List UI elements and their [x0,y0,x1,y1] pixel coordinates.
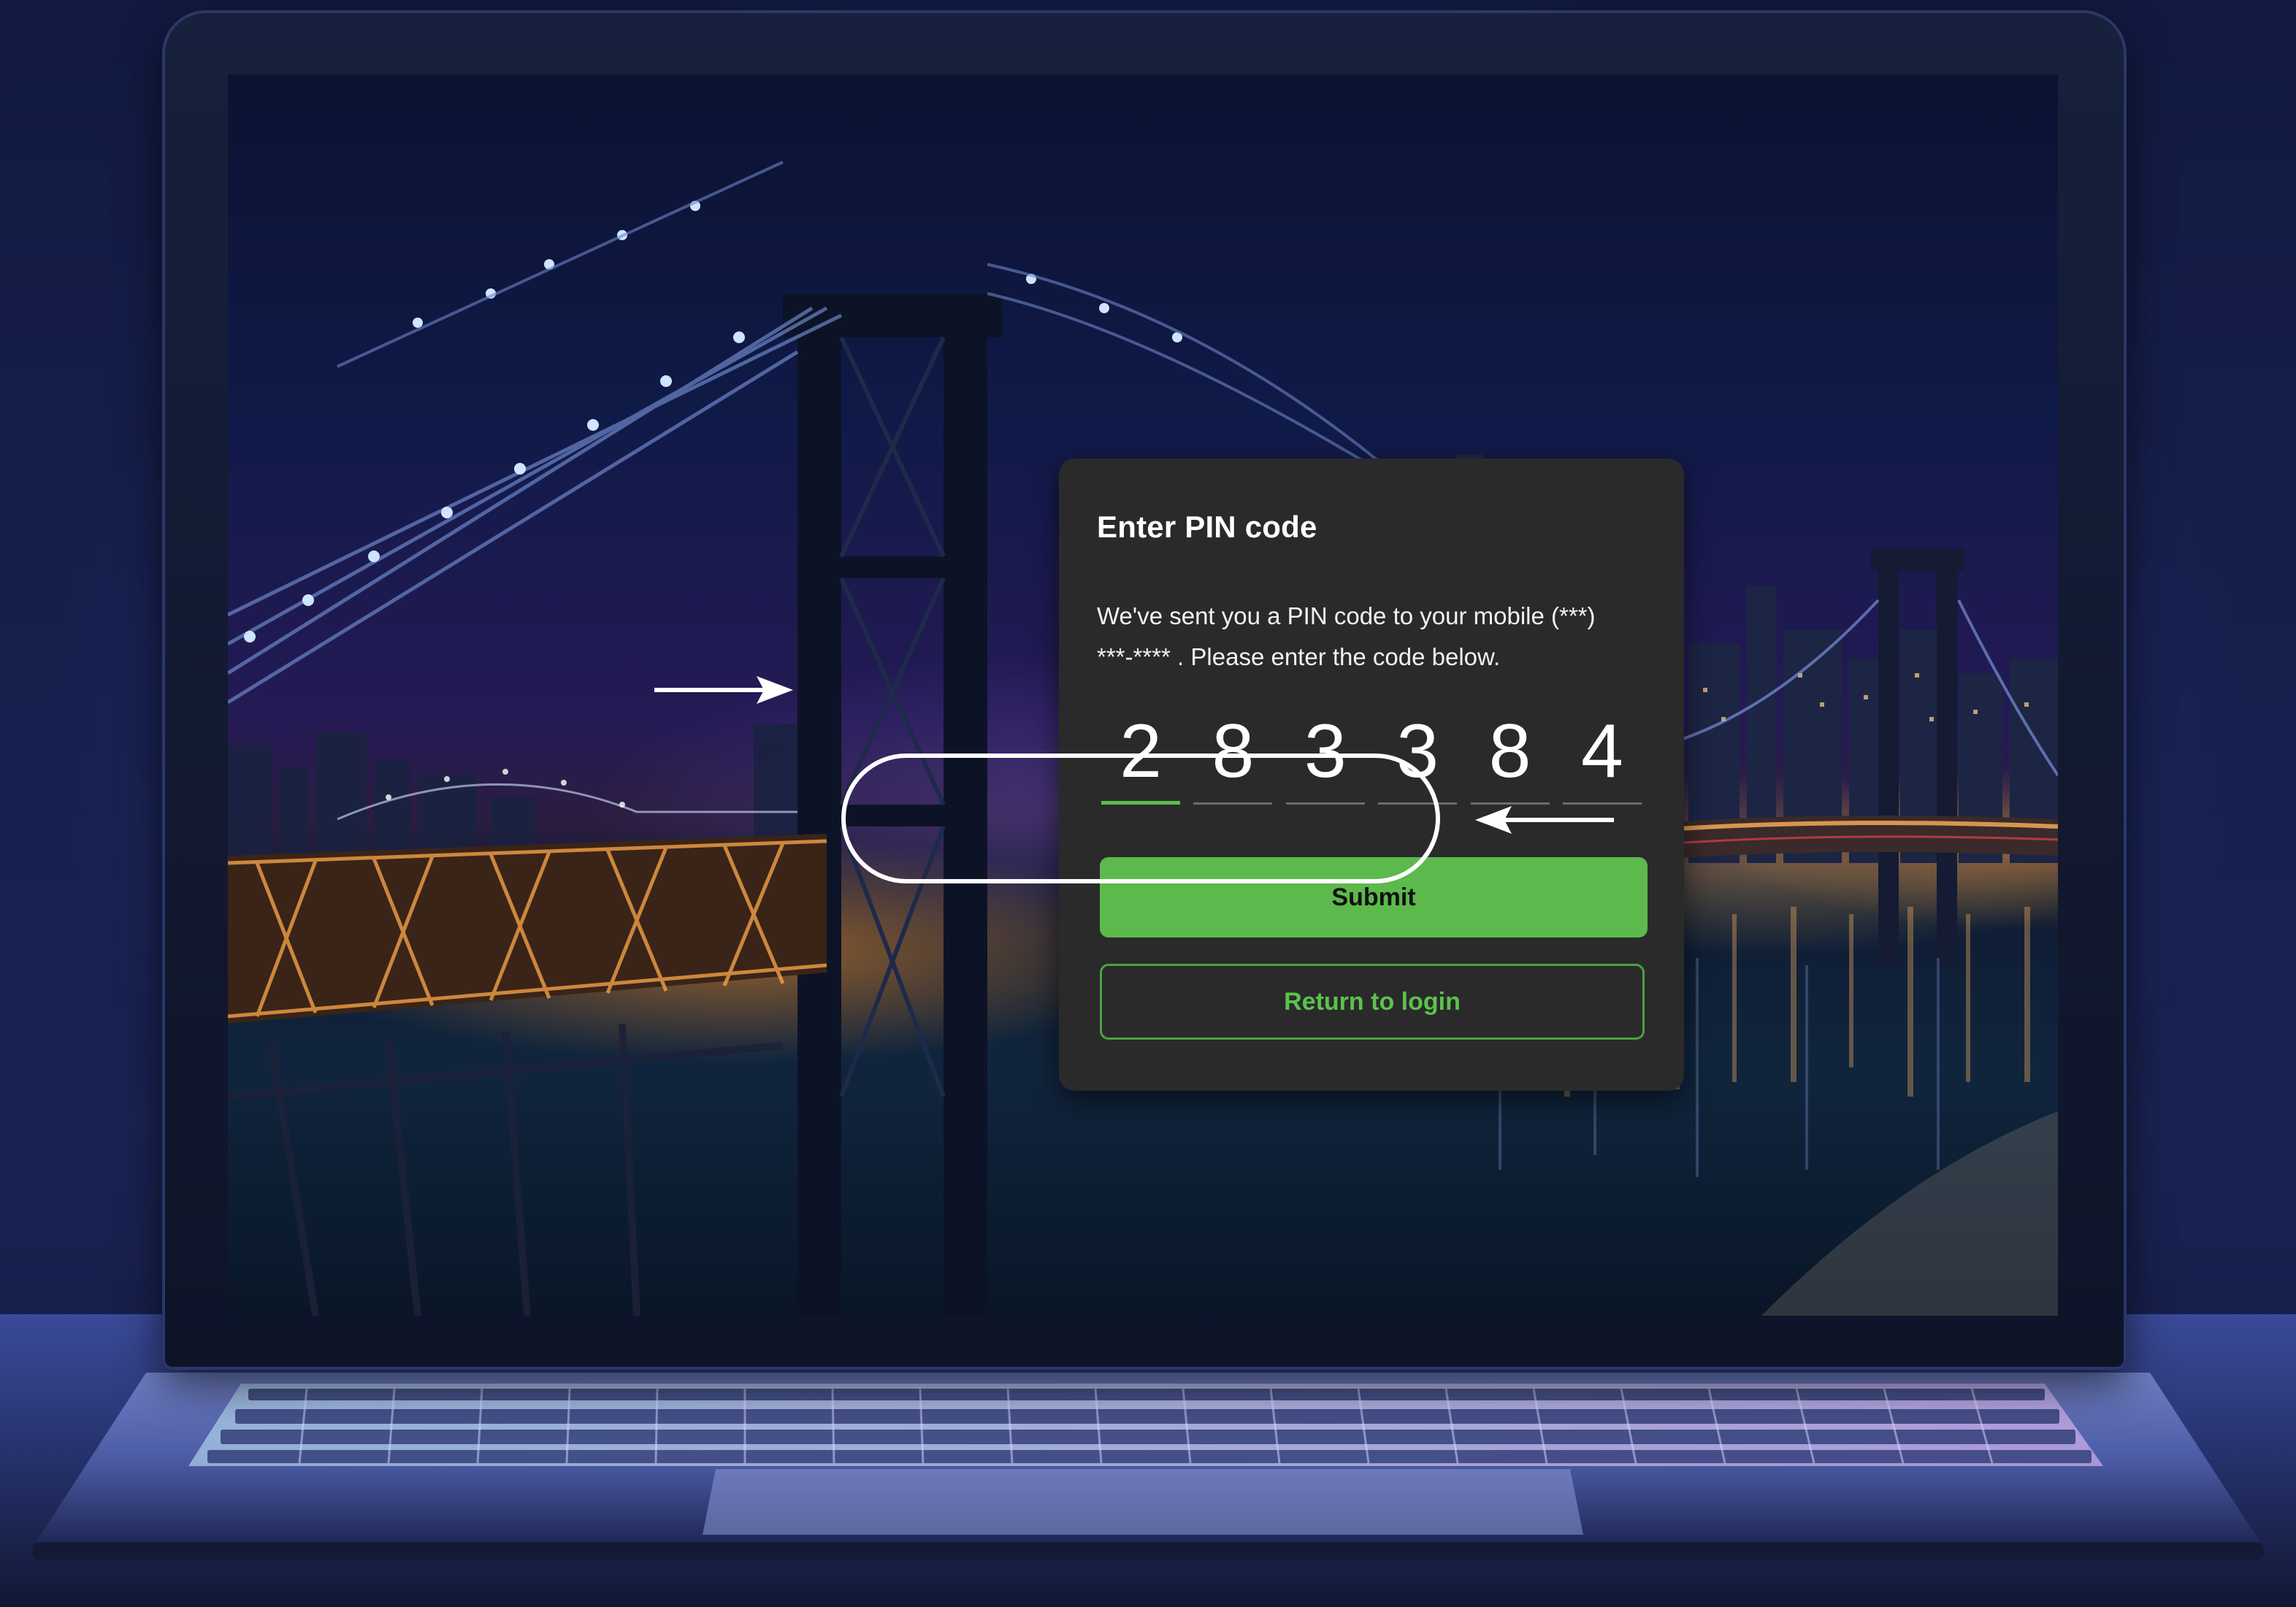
pin-digit-value: 8 [1488,709,1531,794]
dialog-message: We've sent you a PIN code to your mobile… [1097,596,1652,678]
dialog-message-line-1: We've sent you a PIN code to your mobile… [1097,602,1596,629]
dialog-title: Enter PIN code [1097,510,1317,544]
arrow-right-icon [654,676,793,704]
pin-digit-field-5[interactable]: 8 [1470,707,1550,805]
pin-digit-field-6[interactable]: 4 [1562,707,1642,805]
arrow-left-icon [1475,806,1614,834]
return-to-login-button[interactable]: Return to login [1100,964,1645,1040]
submit-highlight-ring [841,753,1440,883]
dialog-message-line-2: ***-**** . Please enter the code below. [1097,643,1501,670]
pin-digit-value: 4 [1581,709,1623,794]
laptop-screen: Enter PIN code We've sent you a PIN code… [228,74,2058,1316]
